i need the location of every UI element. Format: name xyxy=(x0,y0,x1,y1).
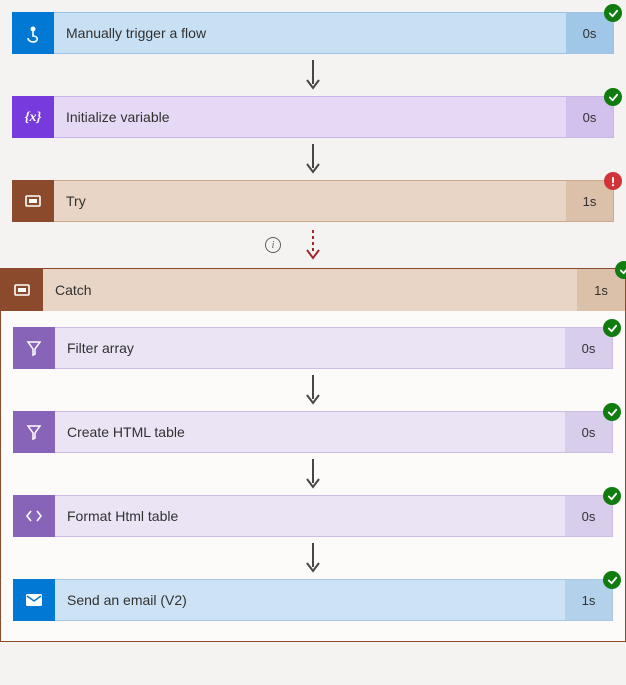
status-error-icon xyxy=(604,172,622,190)
flow-arrow-icon xyxy=(303,144,323,174)
flow-arrow-error: i xyxy=(0,228,626,262)
flow-arrow-icon xyxy=(303,375,323,405)
scope-icon xyxy=(12,180,54,222)
filter-icon xyxy=(13,327,55,369)
filter-icon xyxy=(13,411,55,453)
status-success-icon xyxy=(603,319,621,337)
step-label: Catch xyxy=(43,269,577,311)
step-label: Format Html table xyxy=(55,495,565,537)
status-success-icon xyxy=(604,88,622,106)
step-label: Initialize variable xyxy=(54,96,566,138)
step-initialize-variable[interactable]: Initialize variable 0s xyxy=(12,96,614,138)
step-try-scope[interactable]: Try 1s xyxy=(12,180,614,222)
step-label: Create HTML table xyxy=(55,411,565,453)
step-label: Filter array xyxy=(55,327,565,369)
step-filter-array[interactable]: Filter array 0s xyxy=(13,327,613,369)
status-success-icon xyxy=(604,4,622,22)
code-icon xyxy=(13,495,55,537)
step-catch-scope[interactable]: Catch 1s xyxy=(1,269,625,311)
scope-icon xyxy=(1,269,43,311)
step-label: Try xyxy=(54,180,566,222)
flow-arrow-icon xyxy=(303,459,323,489)
step-label: Manually trigger a flow xyxy=(54,12,566,54)
step-manual-trigger[interactable]: Manually trigger a flow 0s xyxy=(12,12,614,54)
status-success-icon xyxy=(603,403,621,421)
touch-icon xyxy=(12,12,54,54)
step-label: Send an email (V2) xyxy=(55,579,565,621)
mail-icon xyxy=(13,579,55,621)
status-success-icon xyxy=(615,261,626,279)
step-create-html-table[interactable]: Create HTML table 0s xyxy=(13,411,613,453)
step-send-email[interactable]: Send an email (V2) 1s xyxy=(13,579,613,621)
flow-arrow-icon xyxy=(303,543,323,573)
flow-arrow-icon xyxy=(303,60,323,90)
status-success-icon xyxy=(603,487,621,505)
catch-scope-container: Catch 1s Filter array 0s Create HTML tab… xyxy=(0,268,626,642)
status-success-icon xyxy=(603,571,621,589)
variable-icon xyxy=(12,96,54,138)
info-icon[interactable]: i xyxy=(265,237,281,253)
step-format-html-table[interactable]: Format Html table 0s xyxy=(13,495,613,537)
